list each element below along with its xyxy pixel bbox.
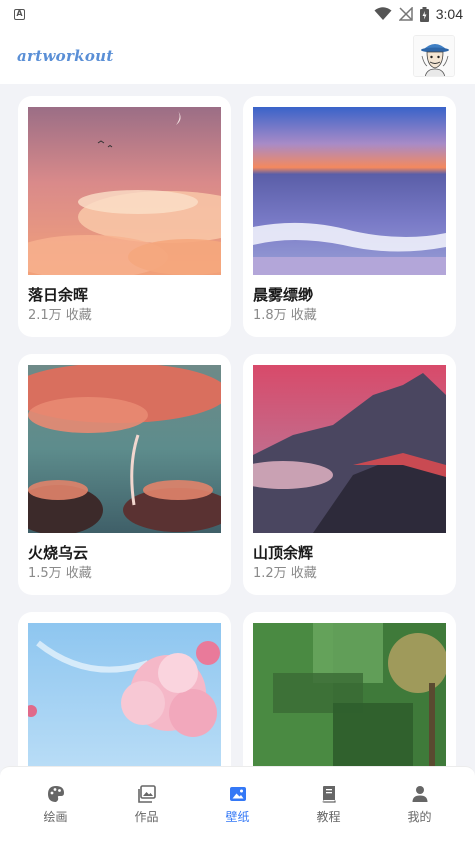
avatar-illustration-icon (414, 36, 454, 76)
wallpaper-thumbnail[interactable] (28, 365, 221, 533)
wallpaper-meta: 1.2万 收藏 (253, 565, 446, 583)
favorite-count: 1.2万 (253, 566, 287, 581)
palette-icon (47, 786, 64, 802)
wallpaper-card[interactable]: 山顶余辉 1.2万 收藏 (243, 354, 456, 595)
nav-label: 绘画 (43, 810, 68, 824)
nav-item-me[interactable]: 我的 (390, 785, 450, 825)
favorite-count: 1.8万 (253, 308, 287, 323)
image-icon (229, 787, 246, 801)
notification-app-icon: A (14, 8, 25, 20)
user-avatar[interactable] (413, 35, 455, 77)
app-logo[interactable]: artworkout (17, 47, 114, 65)
wallpaper-card[interactable]: 落日余晖 2.1万 收藏 (18, 96, 231, 337)
favorite-label: 收藏 (65, 566, 92, 581)
wallpaper-thumbnail[interactable] (253, 365, 446, 533)
wallpaper-meta: 1.5万 收藏 (28, 565, 221, 583)
person-icon (412, 786, 427, 802)
nav-item-works[interactable]: 作品 (117, 785, 177, 825)
nav-label: 教程 (316, 810, 341, 824)
nav-item-draw[interactable]: 绘画 (26, 785, 86, 825)
app-header: artworkout (0, 28, 475, 84)
wallpaper-title: 落日余晖 (28, 286, 89, 304)
nav-item-wallpaper[interactable]: 壁纸 (208, 785, 268, 825)
battery-icon (419, 6, 429, 22)
wallpaper-thumbnail[interactable] (253, 107, 446, 275)
favorite-count: 1.5万 (28, 566, 62, 581)
status-bar: A 3:04 (0, 0, 475, 28)
nav-label: 壁纸 (225, 810, 250, 824)
favorite-label: 收藏 (290, 566, 317, 581)
favorite-count: 2.1万 (28, 308, 62, 323)
wallpaper-card[interactable]: 火烧乌云 1.5万 收藏 (18, 354, 231, 595)
favorite-label: 收藏 (290, 308, 317, 323)
nav-label: 作品 (134, 810, 159, 824)
no-signal-icon (398, 7, 413, 21)
wallpaper-title: 山顶余辉 (253, 544, 314, 562)
book-icon (321, 786, 336, 803)
bottom-navigation: 绘画 作品 壁纸 教程 我的 (0, 766, 475, 844)
wallpaper-title: 晨雾缥缈 (253, 286, 314, 304)
wallpaper-title: 火烧乌云 (28, 544, 89, 562)
status-time: 3:04 (435, 6, 463, 22)
gallery-icon (137, 785, 156, 803)
favorite-label: 收藏 (65, 308, 92, 323)
nav-label: 我的 (407, 810, 432, 824)
wallpaper-thumbnail[interactable] (28, 107, 221, 275)
wifi-icon (374, 7, 392, 20)
nav-item-tutorial[interactable]: 教程 (299, 785, 359, 825)
wallpaper-meta: 1.8万 收藏 (253, 307, 446, 325)
wallpaper-meta: 2.1万 收藏 (28, 307, 221, 325)
wallpaper-card[interactable]: 晨雾缥缈 1.8万 收藏 (243, 96, 456, 337)
wallpaper-grid: 落日余晖 2.1万 收藏 晨雾缥缈 1.8万 收藏 火烧乌云 1.5万 收藏 山… (18, 96, 458, 844)
